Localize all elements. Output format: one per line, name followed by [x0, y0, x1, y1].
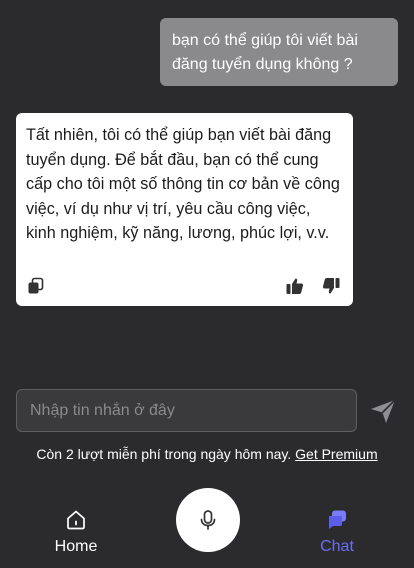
nav-chat-label: Chat — [320, 538, 354, 555]
home-icon — [67, 510, 85, 530]
chat-icon — [329, 510, 346, 529]
thumbs-down-icon[interactable] — [321, 276, 343, 298]
user-message-bubble: bạn có thể giúp tôi viết bài đăng tuyển … — [160, 18, 398, 86]
user-message-text: bạn có thể giúp tôi viết bài đăng tuyển … — [172, 32, 358, 73]
free-quota-notice: Còn 2 lượt miễn phí trong ngày hôm nay. … — [0, 444, 414, 464]
send-icon[interactable] — [368, 396, 398, 426]
nav-chat[interactable]: Chat — [292, 508, 382, 556]
message-actions — [26, 276, 343, 298]
bot-message-text: Tất nhiên, tôi có thể giúp bạn viết bài … — [26, 126, 340, 242]
nav-home[interactable]: Home — [31, 508, 121, 556]
copy-icon[interactable] — [26, 276, 48, 298]
bot-message-bubble: Tất nhiên, tôi có thể giúp bạn viết bài … — [16, 113, 353, 306]
thumbs-up-icon[interactable] — [285, 276, 307, 298]
nav-home-label: Home — [54, 538, 98, 555]
microphone-button[interactable] — [176, 488, 240, 552]
message-input-box[interactable] — [16, 389, 357, 432]
microphone-icon — [200, 510, 216, 530]
get-premium-link[interactable]: Get Premium — [295, 446, 377, 462]
message-input[interactable] — [17, 390, 356, 431]
quota-text: Còn 2 lượt miễn phí trong ngày hôm nay. — [36, 446, 292, 462]
